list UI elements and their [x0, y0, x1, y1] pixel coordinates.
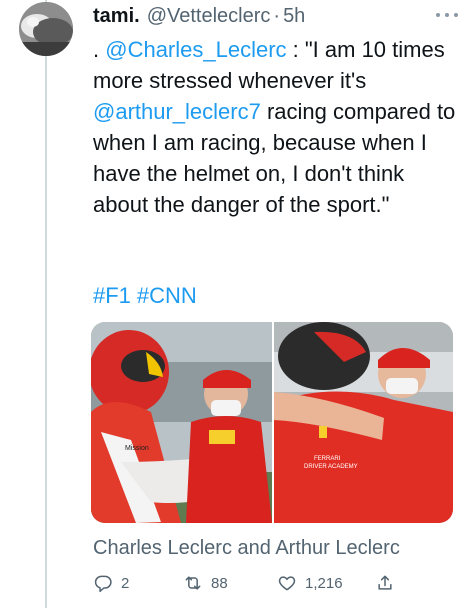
mention-arthur[interactable]: @arthur_leclerc7 — [93, 99, 261, 124]
hashtag-f1[interactable]: #F1 — [93, 283, 131, 308]
text-prefix: . — [93, 37, 106, 62]
avatar[interactable] — [19, 2, 73, 56]
display-name[interactable]: tami. — [93, 5, 140, 28]
photo-right[interactable]: FERRARI DRIVER ACADEMY — [274, 322, 453, 523]
retweet-count: 88 — [211, 574, 228, 592]
heart-icon — [278, 576, 296, 591]
thread-line — [45, 0, 47, 608]
action-bar: 2 88 1,216 — [93, 570, 393, 596]
tweet-header: tami. @Vetteleclerc · 5h — [93, 2, 458, 30]
avatar-image — [19, 2, 73, 56]
tweet-text: . @Charles_Leclerc : "I am 10 times more… — [93, 34, 461, 220]
academy-text-1: FERRARI — [314, 456, 341, 462]
share-button[interactable] — [375, 570, 395, 596]
retweet-icon — [185, 576, 201, 590]
tweet-time[interactable]: 5h — [283, 5, 305, 28]
like-count: 1,216 — [305, 574, 343, 592]
photo-left-image: Mission — [91, 322, 272, 523]
photo-left[interactable]: Mission — [91, 322, 272, 523]
hashtag-cnn[interactable]: #CNN — [137, 283, 197, 308]
mention-charles[interactable]: @Charles_Leclerc — [105, 37, 286, 62]
academy-text-2: DRIVER ACADEMY — [304, 464, 358, 470]
media-caption: Charles Leclerc and Arthur Leclerc — [93, 537, 400, 559]
reply-count: 2 — [121, 574, 130, 592]
reply-icon — [94, 575, 112, 593]
hashtags: #F1 #CNN — [93, 280, 197, 311]
like-button[interactable]: 1,216 — [277, 570, 343, 596]
share-icon — [378, 575, 392, 590]
photo-right-image: FERRARI DRIVER ACADEMY — [274, 322, 453, 523]
user-handle[interactable]: @Vetteleclerc — [147, 5, 271, 28]
more-icon[interactable] — [436, 6, 458, 24]
separator-dot: · — [273, 4, 281, 27]
reply-button[interactable]: 2 — [93, 570, 129, 596]
suit-text: Mission — [125, 445, 149, 452]
retweet-button[interactable]: 88 — [183, 570, 228, 596]
media-grid: Mission FERRARI DRIVER ACADEMY — [91, 322, 453, 523]
